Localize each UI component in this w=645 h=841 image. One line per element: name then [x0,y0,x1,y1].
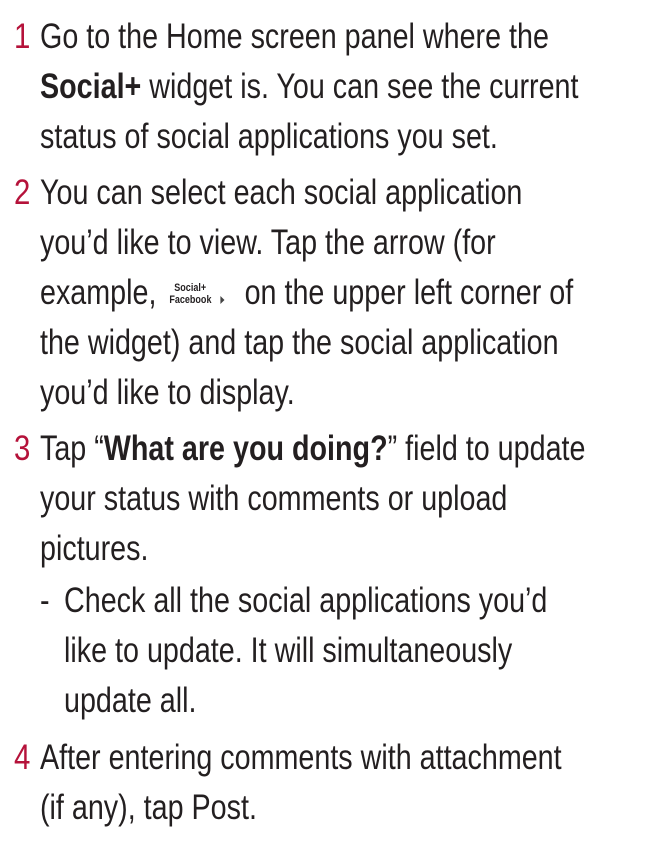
chevron-right-icon [220,295,225,304]
step-2-line-3: example, Social+ Facebook on the upper le… [40,273,574,312]
step-number: 3 [14,429,31,468]
sub-line-3: update all. [64,681,197,720]
step-2-line-1: You can select each social application [40,173,523,212]
social-facebook-widget-icon: Social+ Facebook [169,280,233,310]
step-number: 2 [14,173,31,212]
step-1-line-1: Go to the Home screen panel where the [40,17,549,56]
step-number: 1 [14,17,31,56]
instruction-page: 1 Go to the Home screen panel where the … [0,0,645,841]
step-2-line-5: you’d like to display. [40,373,295,412]
sub-line-1: Check all the social applications you’d [64,581,548,620]
step-number: 4 [14,738,31,777]
step-1-line-2: Social+ widget is. You can see the curre… [40,67,579,106]
step-3-line-2: your status with comments or upload [40,479,508,518]
step-3-line-3: pictures. [40,529,149,568]
step-4-line-2: (if any), tap Post. [40,788,257,827]
step-2-line-4: the widget) and tap the social applicati… [40,323,559,362]
social-plus-label: Social+ [40,67,142,106]
what-are-you-doing-label: What are you doing? [103,429,388,468]
step-2-line-2: you’d like to view. Tap the arrow (for [40,223,496,262]
step-4-line-1: After entering comments with attachment [40,738,562,777]
sub-line-2: like to update. It will simultaneously [64,631,513,670]
bullet-dash: - [40,581,50,620]
step-1-line-3: status of social applications you set. [40,117,498,156]
step-3-line-1: Tap “What are you doing?” field to updat… [40,429,586,468]
